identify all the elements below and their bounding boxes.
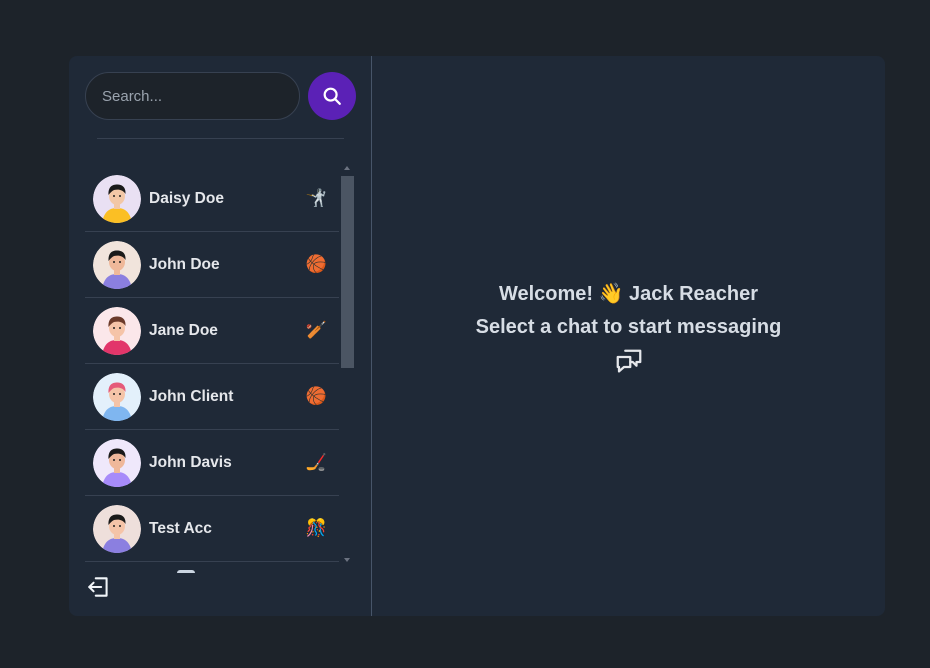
conversation-name: Daisy Doe [149, 189, 224, 207]
activity-emoji: 🤺 [305, 188, 327, 208]
activity-emoji: 🏀 [305, 254, 327, 274]
avatar [93, 438, 141, 487]
conversation-name: Test Acc [149, 519, 212, 537]
chat-app: Daisy Doe 🤺 John Doe 🏀 Jane Doe 🏏 John Client 🏀… [69, 56, 885, 616]
conversation-name: Jane Doe [149, 321, 218, 339]
conversation-item[interactable]: Test Acc 🎊 [85, 496, 339, 562]
scrollbar[interactable] [341, 164, 355, 564]
activity-emoji: 🏒 [305, 452, 327, 472]
conversation-item[interactable]: John Client 🏀 [85, 364, 339, 430]
conversation-list[interactable]: Daisy Doe 🤺 John Doe 🏀 Jane Doe 🏏 John Client 🏀… [85, 166, 339, 562]
sidebar: Daisy Doe 🤺 John Doe 🏀 Jane Doe 🏏 John Client 🏀… [69, 56, 372, 616]
avatar [93, 372, 141, 421]
activity-emoji: 🏏 [305, 320, 327, 340]
conversation-item[interactable]: Daisy Doe 🤺 [85, 166, 339, 232]
logout-icon [88, 577, 108, 597]
scrollbar-thumb[interactable] [341, 176, 354, 368]
activity-emoji: 🎊 [305, 518, 327, 538]
avatar [93, 174, 141, 223]
scroll-down-arrow[interactable] [344, 558, 350, 562]
welcome-panel: Welcome! 👋 Jack Reacher Select a chat to… [372, 56, 885, 616]
search-bar [85, 72, 356, 120]
conversation-name: John Davis [149, 453, 232, 471]
partial-avatar [177, 570, 195, 573]
logout-button[interactable] [86, 574, 112, 600]
scroll-up-arrow[interactable] [344, 166, 350, 170]
search-icon [323, 87, 341, 105]
avatar [93, 240, 141, 289]
avatar [93, 306, 141, 355]
activity-emoji: 🏀 [305, 386, 327, 406]
welcome-prompt: Select a chat to start messaging [475, 316, 782, 338]
search-button[interactable] [308, 72, 356, 120]
welcome-greeting: Welcome! 👋 Jack Reacher [498, 283, 759, 305]
chat-bubbles-icon [616, 349, 641, 373]
conversation-name: John Doe [149, 255, 220, 273]
conversation-item[interactable]: John Davis 🏒 [85, 430, 339, 496]
divider [97, 138, 344, 139]
conversation-name: John Client [149, 387, 234, 405]
conversation-item[interactable]: Jane Doe 🏏 [85, 298, 339, 364]
search-input[interactable] [85, 72, 300, 120]
conversation-item[interactable]: John Doe 🏀 [85, 232, 339, 298]
avatar [93, 504, 141, 553]
